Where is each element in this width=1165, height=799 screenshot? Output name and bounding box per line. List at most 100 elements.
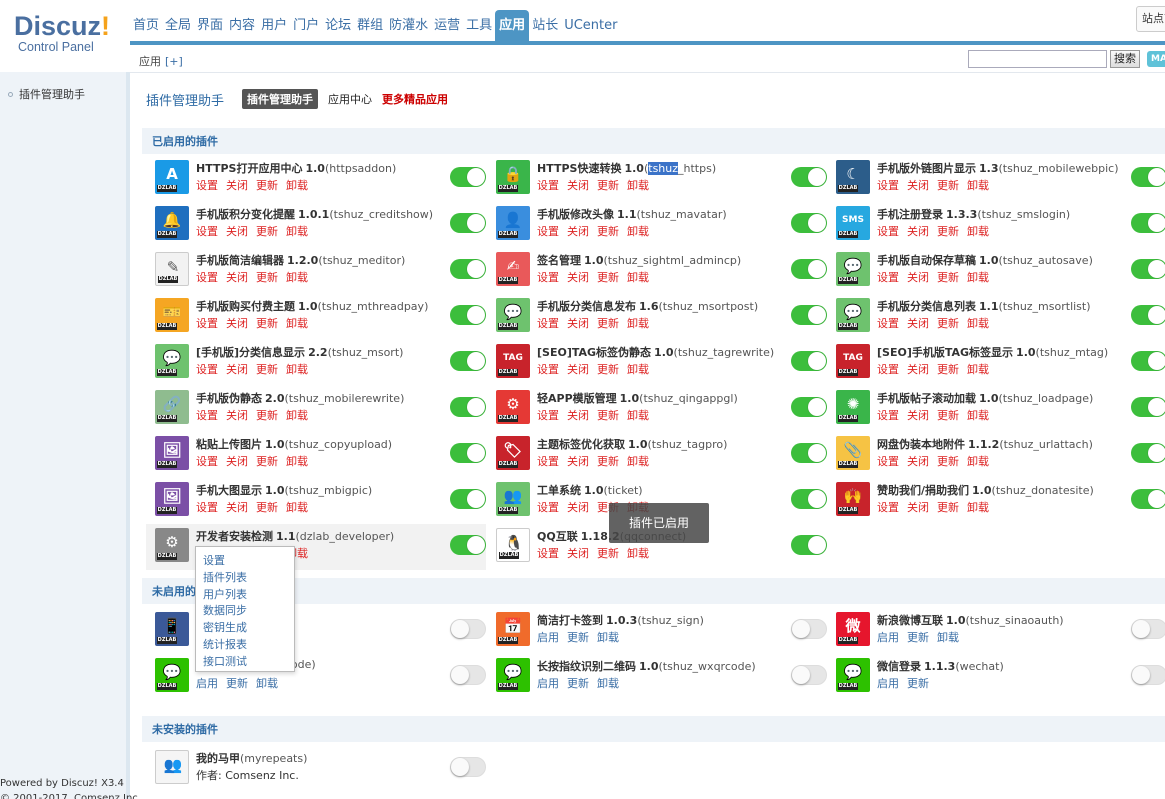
plugin-toggle[interactable] — [450, 665, 486, 685]
plugin-close-link[interactable]: 关闭 — [567, 317, 589, 330]
plugin-close-link[interactable]: 关闭 — [567, 455, 589, 468]
plugin-close-link[interactable]: 关闭 — [226, 179, 248, 192]
plugin-close-link[interactable]: 关闭 — [907, 179, 929, 192]
plugin-uninstall-link[interactable]: 卸载 — [627, 225, 649, 238]
plugin-update-link[interactable]: 更新 — [256, 455, 278, 468]
plugin-settings-link[interactable]: 设置 — [877, 455, 899, 468]
plugin-settings-link[interactable]: 设置 — [196, 455, 218, 468]
plugin-uninstall-link[interactable]: 卸载 — [967, 363, 989, 376]
plugin-update-link[interactable]: 更新 — [597, 455, 619, 468]
nav-item-1[interactable]: 全局 — [162, 10, 194, 42]
plugin-close-link[interactable]: 关闭 — [226, 455, 248, 468]
plugin-settings-link[interactable]: 设置 — [537, 409, 559, 422]
plugin-uninstall-link[interactable]: 卸载 — [286, 225, 308, 238]
plugin-settings-link[interactable]: 设置 — [196, 409, 218, 422]
plugin-uninstall-link[interactable]: 卸载 — [967, 317, 989, 330]
plugin-toggle[interactable] — [1131, 259, 1165, 279]
plugin-update-link[interactable]: 更新 — [256, 317, 278, 330]
sidebar-item-plugin-helper[interactable]: 插件管理助手 — [8, 86, 85, 102]
plugin-close-link[interactable]: 关闭 — [907, 455, 929, 468]
plugin-toggle[interactable] — [450, 259, 486, 279]
plugin-toggle[interactable] — [791, 213, 827, 233]
plugin-uninstall-link[interactable]: 卸载 — [627, 455, 649, 468]
plugin-uninstall-link[interactable]: 卸载 — [967, 455, 989, 468]
plugin-update-link[interactable]: 更新 — [567, 631, 589, 644]
plugin-uninstall-link[interactable]: 卸载 — [967, 409, 989, 422]
plugin-close-link[interactable]: 关闭 — [567, 363, 589, 376]
plugin-close-link[interactable]: 关闭 — [567, 409, 589, 422]
plugin-toggle[interactable] — [791, 443, 827, 463]
plugin-update-link[interactable]: 更新 — [256, 363, 278, 376]
plugin-update-link[interactable]: 更新 — [567, 677, 589, 690]
plugin-toggle[interactable] — [450, 535, 486, 555]
plugin-close-link[interactable]: 关闭 — [907, 363, 929, 376]
plugin-uninstall-link[interactable]: 卸载 — [256, 677, 278, 690]
plugin-settings-link[interactable]: 设置 — [537, 501, 559, 514]
plugin-close-link[interactable]: 关闭 — [226, 317, 248, 330]
plugin-uninstall-link[interactable]: 卸载 — [627, 179, 649, 192]
plugin-toggle[interactable] — [450, 167, 486, 187]
plugin-update-link[interactable]: 更新 — [597, 225, 619, 238]
nav-item-2[interactable]: 界面 — [194, 10, 226, 42]
plugin-toggle[interactable] — [450, 351, 486, 371]
plugin-uninstall-link[interactable]: 卸载 — [286, 501, 308, 514]
dropdown-item-0[interactable]: 设置 — [196, 553, 294, 570]
tab-plugin-helper[interactable]: 插件管理助手 — [242, 89, 319, 109]
plugin-update-link[interactable]: 更新 — [937, 409, 959, 422]
plugin-settings-link[interactable]: 设置 — [196, 225, 218, 238]
plugin-update-link[interactable]: 更新 — [937, 271, 959, 284]
plugin-update-link[interactable]: 更新 — [937, 363, 959, 376]
plugin-update-link[interactable]: 更新 — [256, 409, 278, 422]
plugin-settings-link[interactable]: 设置 — [877, 501, 899, 514]
plugin-uninstall-link[interactable]: 卸载 — [286, 363, 308, 376]
plugin-toggle[interactable] — [791, 397, 827, 417]
plugin-toggle[interactable] — [1131, 443, 1165, 463]
plugin-uninstall-link[interactable]: 卸载 — [286, 455, 308, 468]
plugin-toggle[interactable] — [450, 489, 486, 509]
plugin-uninstall-link[interactable]: 卸载 — [627, 271, 649, 284]
plugin-update-link[interactable]: 更新 — [256, 179, 278, 192]
nav-item-3[interactable]: 内容 — [226, 10, 258, 42]
plugin-uninstall-link[interactable]: 卸载 — [597, 677, 619, 690]
plugin-close-link[interactable]: 关闭 — [567, 271, 589, 284]
plugin-update-link[interactable]: 更新 — [937, 317, 959, 330]
dropdown-item-2[interactable]: 用户列表 — [196, 587, 294, 604]
plugin-uninstall-link[interactable]: 卸载 — [967, 225, 989, 238]
dropdown-item-5[interactable]: 统计报表 — [196, 637, 294, 654]
plugin-uninstall-link[interactable]: 卸载 — [967, 501, 989, 514]
plugin-update-link[interactable]: 更新 — [937, 455, 959, 468]
plugin-close-link[interactable]: 关闭 — [567, 547, 589, 560]
plugin-update-link[interactable]: 更新 — [597, 179, 619, 192]
plugin-toggle[interactable] — [791, 305, 827, 325]
plugin-toggle[interactable] — [791, 259, 827, 279]
plugin-settings-link[interactable]: 设置 — [877, 225, 899, 238]
plugin-uninstall-link[interactable]: 卸载 — [286, 179, 308, 192]
plugin-toggle[interactable] — [450, 619, 486, 639]
plugin-update-link[interactable]: 更新 — [256, 501, 278, 514]
nav-item-8[interactable]: 防灌水 — [386, 10, 431, 42]
search-input[interactable] — [968, 50, 1107, 68]
plugin-close-link[interactable]: 关闭 — [226, 225, 248, 238]
plugin-toggle[interactable] — [450, 397, 486, 417]
dropdown-item-3[interactable]: 数据同步 — [196, 603, 294, 620]
plugin-update-link[interactable]: 更新 — [256, 225, 278, 238]
dropdown-item-4[interactable]: 密钥生成 — [196, 620, 294, 637]
plugin-uninstall-link[interactable]: 卸载 — [937, 631, 959, 644]
plugin-update-link[interactable]: 更新 — [597, 363, 619, 376]
nav-item-5[interactable]: 门户 — [290, 10, 322, 42]
plugin-settings-link[interactable]: 设置 — [537, 547, 559, 560]
dropdown-item-1[interactable]: 插件列表 — [196, 570, 294, 587]
tab-more-apps[interactable]: 更多精品应用 — [382, 91, 448, 107]
plugin-uninstall-link[interactable]: 卸载 — [627, 317, 649, 330]
dropdown-item-6[interactable]: 接口测试 — [196, 654, 294, 671]
plugin-toggle[interactable] — [450, 757, 486, 777]
plugin-toggle[interactable] — [450, 213, 486, 233]
plugin-toggle[interactable] — [791, 665, 827, 685]
plugin-close-link[interactable]: 关闭 — [907, 501, 929, 514]
plugin-toggle[interactable] — [450, 443, 486, 463]
plugin-update-link[interactable]: 更新 — [907, 677, 929, 690]
plugin-update-link[interactable]: 更新 — [937, 501, 959, 514]
nav-item-4[interactable]: 用户 — [258, 10, 290, 42]
plugin-settings-link[interactable]: 设置 — [537, 363, 559, 376]
plugin-uninstall-link[interactable]: 卸载 — [597, 631, 619, 644]
